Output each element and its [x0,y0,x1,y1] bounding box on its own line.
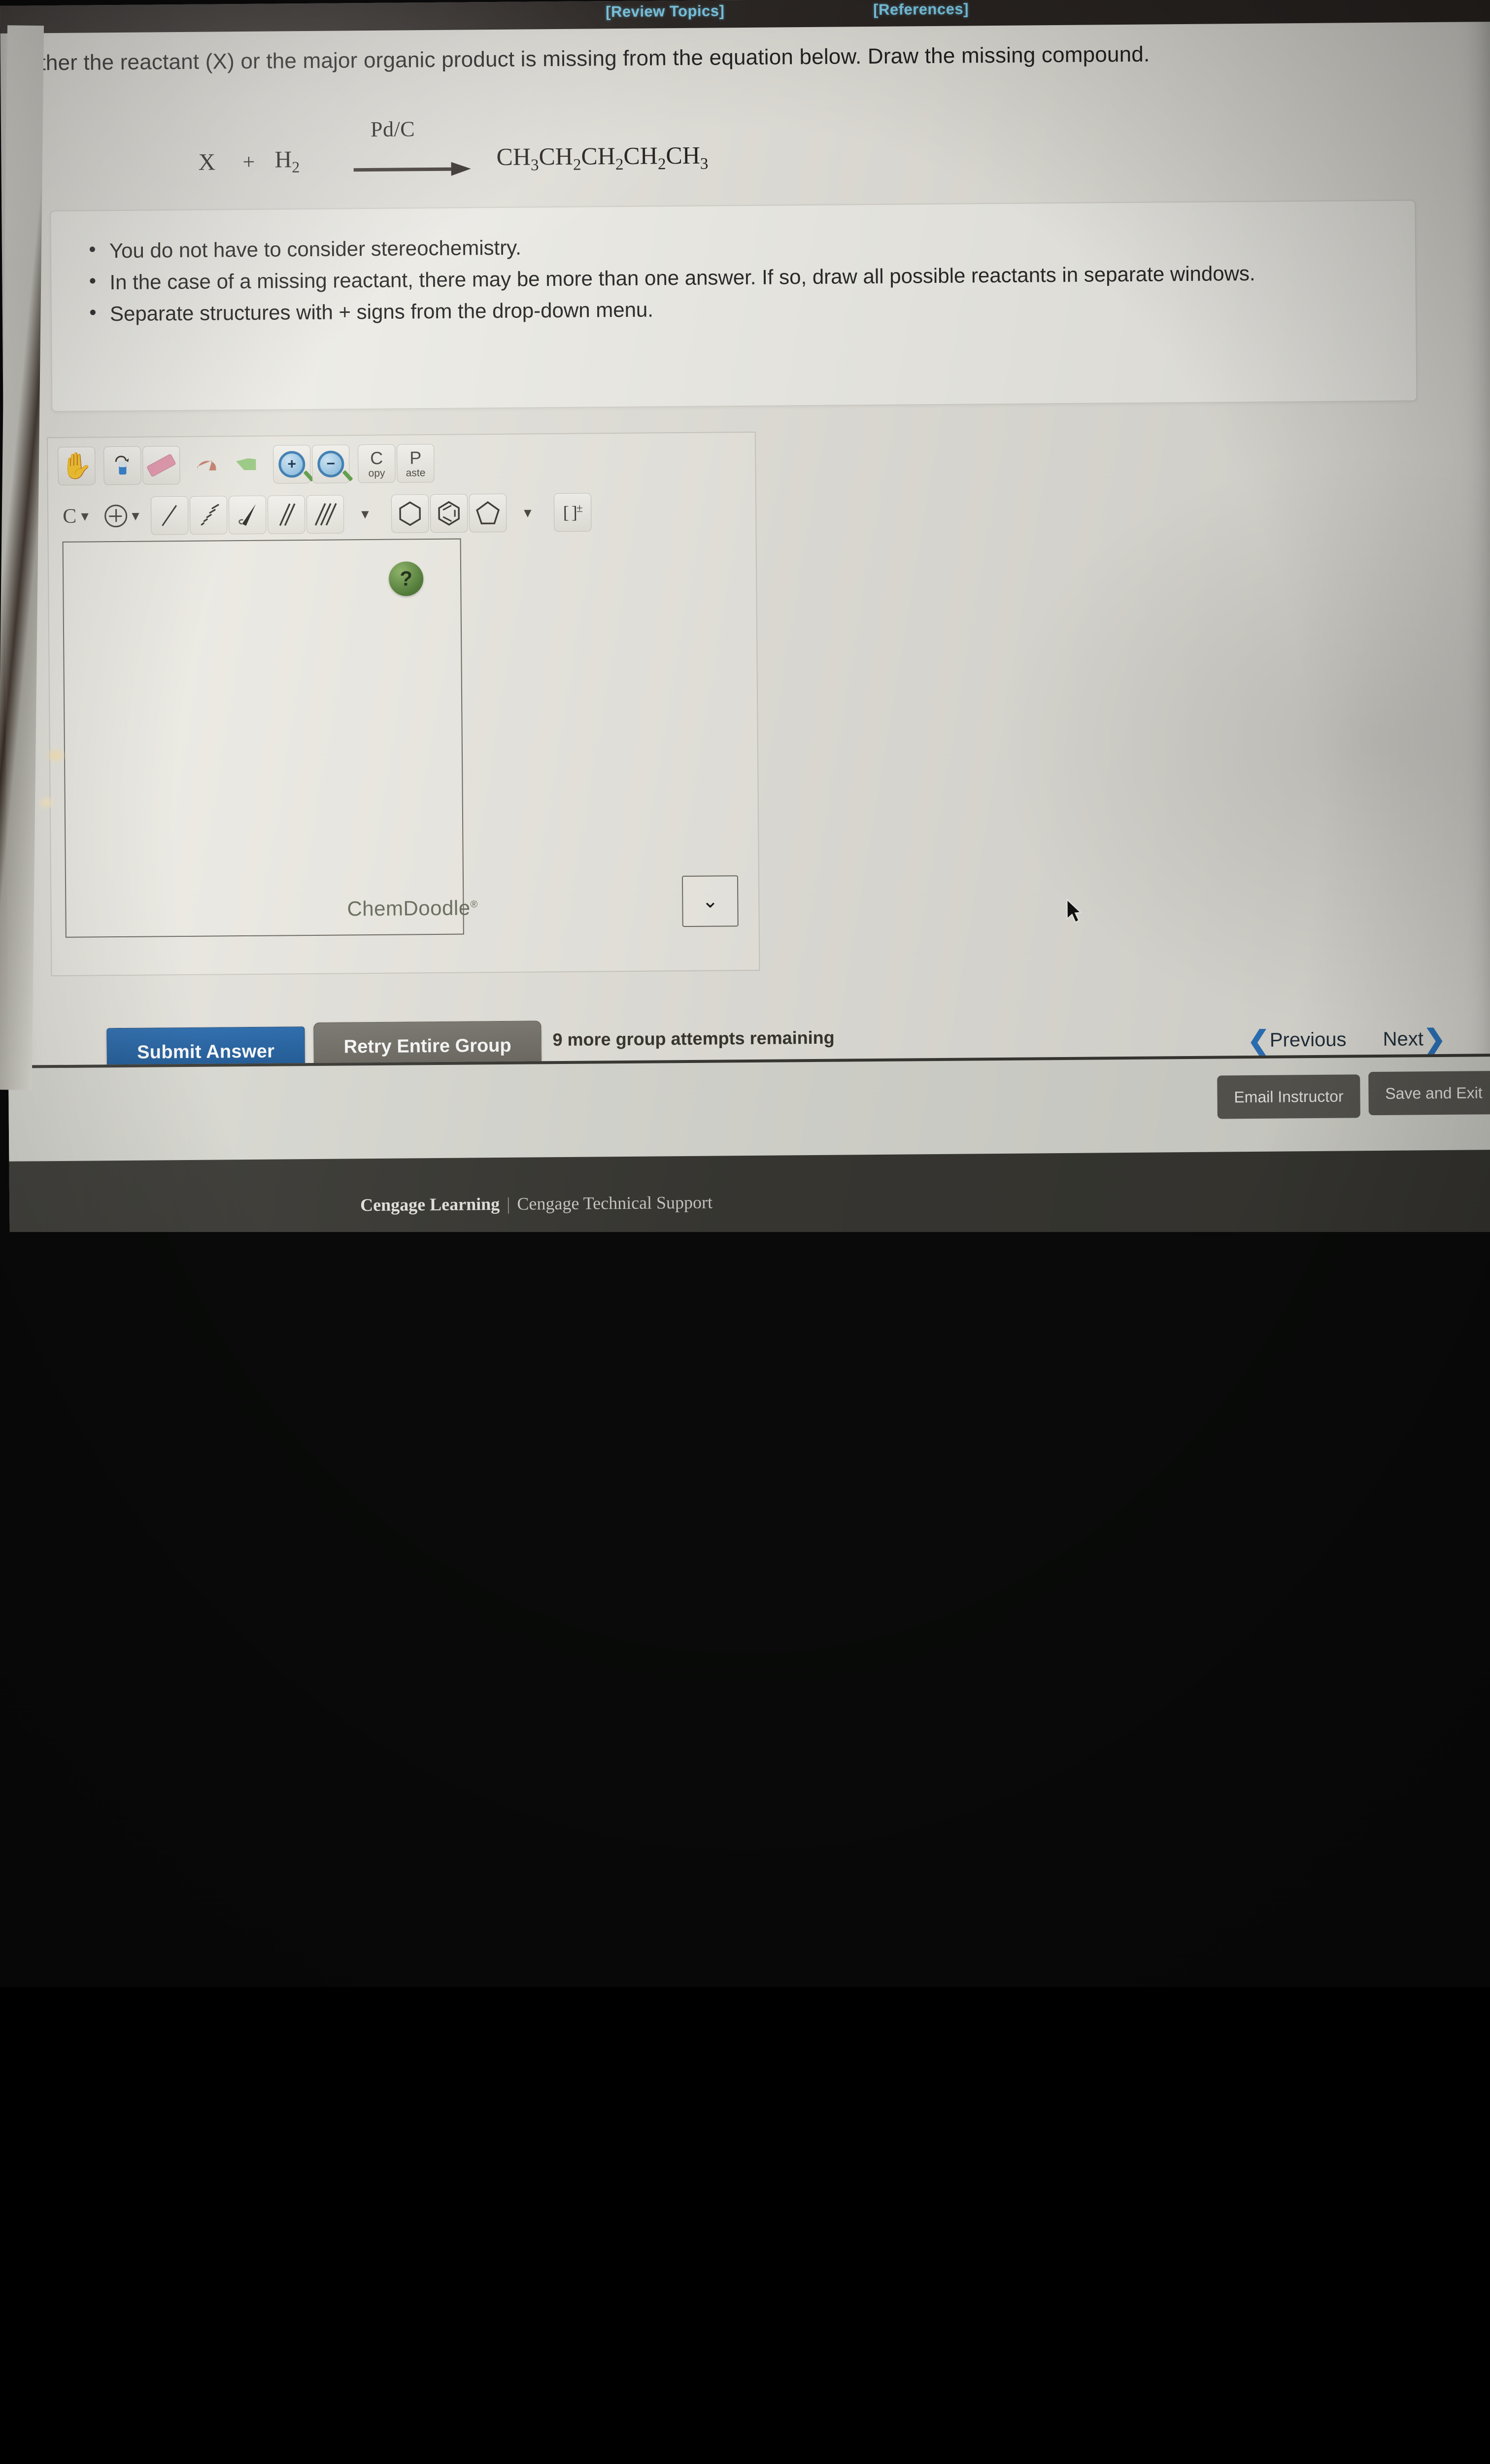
single-bond-icon[interactable] [151,496,189,535]
list-item: Separate structures with + signs from th… [86,289,1401,328]
equation-hydrogen: H2 [274,146,300,176]
reaction-arrow-icon [354,163,477,174]
equation-product: CH3CH2CH2CH2CH3 [496,141,708,175]
zoom-in-icon[interactable]: + [273,445,311,484]
question-prompt: Either the reactant (X) or the major org… [20,40,1464,76]
chemdoodle-watermark: ChemDoodle® [347,896,478,921]
photograph-of-laptop: [Review Topics] [References] Either the … [0,0,1490,1987]
laptop-body: MacBook Air ▦▦ F4 ☼ F5 ☀ F6 ◁◁ F7 ▷‖ [0,1232,1490,1987]
paste-button[interactable]: Paste [397,444,435,483]
benzene-ring-icon[interactable] [391,494,429,533]
eraser-icon[interactable] [142,446,180,485]
hash-bond-icon[interactable] [190,496,228,535]
help-question-mark-icon[interactable]: ? [389,561,424,596]
footer-separator: | [500,1194,517,1214]
reflection-highlight [37,795,57,810]
previous-button[interactable]: ❮Previous [1247,1024,1346,1056]
copy-button[interactable]: Copy [358,445,396,483]
double-bond-icon[interactable] [268,495,305,534]
cyclopentane-ring-icon[interactable] [469,494,507,533]
mouse-cursor-icon [1065,898,1082,924]
cengage-technical-support-link[interactable]: Cengage Technical Support [517,1193,712,1214]
chevron-left-icon: ❮ [1247,1026,1270,1056]
cengage-learning-link[interactable]: Cengage Learning [360,1194,500,1215]
instructions-list: You do not have to consider stereochemis… [51,201,1416,329]
equation-reaction-condition: Pd/C [371,116,415,142]
ring-options-chevron-down-icon[interactable]: ▼ [508,493,546,532]
charge-icon[interactable]: ▼ [104,497,142,536]
bond-options-chevron-down-icon[interactable]: ▼ [345,495,383,534]
chevron-right-icon: ❯ [1423,1025,1446,1054]
sketcher-toolbar-row-2: C▼ ▼ [58,493,600,536]
save-and-exit-button[interactable]: Save and Exit [1368,1071,1490,1115]
redo-icon[interactable] [227,445,265,484]
assignment-page: Either the reactant (X) or the major org… [0,22,1490,1063]
lasso-select-icon[interactable] [103,446,141,485]
attempts-remaining-text: 9 more group attempts remaining [552,1027,834,1050]
chemdoodle-sketcher[interactable]: ✋ [47,432,760,976]
zoom-out-icon[interactable]: − [312,445,350,483]
hand-pan-icon[interactable]: ✋ [58,446,96,485]
equation-plus-sign: + [242,149,255,174]
sketcher-drawing-canvas[interactable] [63,539,464,938]
equation-unknown-reactant: X [198,148,215,175]
review-topics-link[interactable]: [Review Topics] [606,2,724,21]
next-button[interactable]: Next❯ [1383,1024,1446,1055]
laptop-screen: [Review Topics] [References] Either the … [0,0,1490,1248]
references-link[interactable]: [References] [873,0,969,19]
reflection-highlight [44,747,67,764]
email-instructor-button[interactable]: Email Instructor [1217,1074,1360,1119]
element-label-icon[interactable]: C▼ [58,497,96,536]
bracket-charge-icon[interactable]: [ ]± [554,493,592,532]
instructions-card: You do not have to consider stereochemis… [50,200,1417,412]
wedge-bond-icon[interactable] [229,496,267,535]
aromatic-ring-icon[interactable] [430,494,468,533]
footer-links: Cengage Learning|Cengage Technical Suppo… [360,1192,712,1216]
undo-icon[interactable] [188,445,226,484]
sketcher-toolbar-row-1: ✋ [58,444,443,485]
triple-bond-icon[interactable] [306,495,344,534]
structure-separator-dropdown[interactable]: ⌄ [682,875,739,927]
